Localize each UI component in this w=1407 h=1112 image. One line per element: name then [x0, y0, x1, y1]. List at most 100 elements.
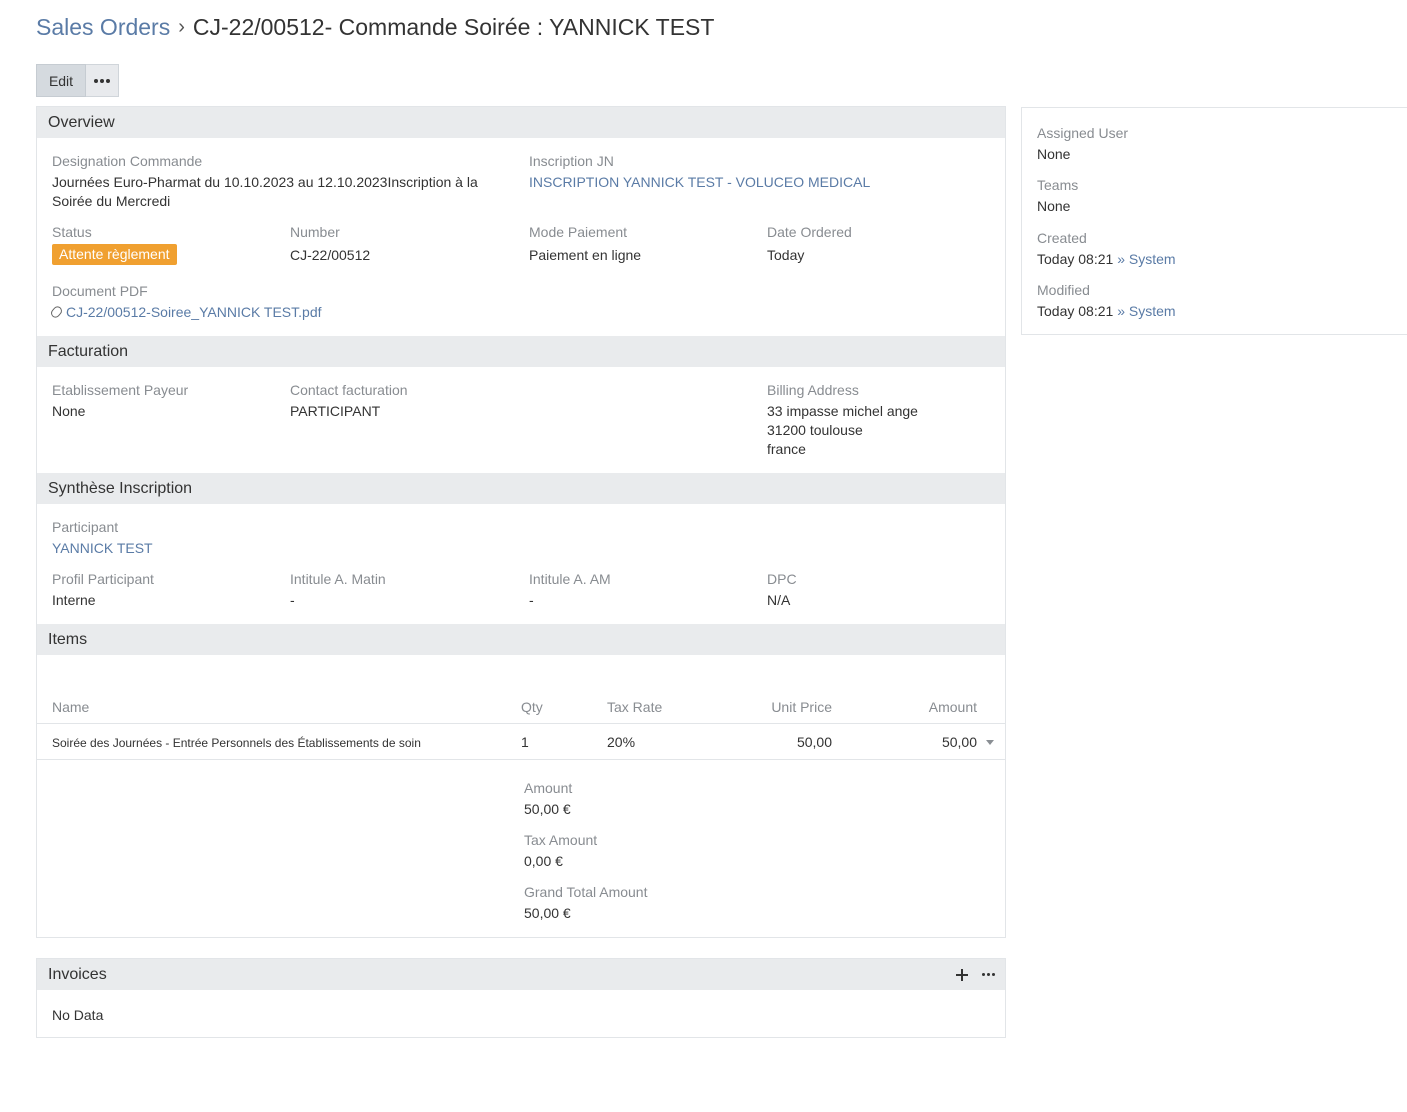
synthese-panel-header: Synthèse Inscription [37, 473, 1005, 504]
intitule-am-label: Intitule A. AM [529, 571, 611, 587]
total-amount-value: 50,00 € [524, 801, 571, 817]
date-ordered-value: Today [767, 247, 805, 263]
assigned-user-label: Assigned User [1037, 125, 1129, 141]
items-panel-header: Items [37, 624, 1005, 655]
number-field: Number CJ-22/00512 [290, 223, 370, 265]
item-qty: 1 [521, 734, 529, 750]
chevron-down-icon[interactable] [986, 740, 994, 745]
intitule-am-field: Intitule A. AM - [529, 570, 611, 610]
document-pdf-field: Document PDF CJ-22/00512-Soiree_YANNICK … [49, 282, 322, 322]
table-row: Soirée des Journées - Entrée Personnels … [37, 724, 1005, 760]
created-by-separator: » [1117, 251, 1125, 267]
tax-amount-value: 0,00 € [524, 853, 563, 869]
status-badge: Attente règlement [52, 244, 177, 265]
mode-paiement-field: Mode Paiement Paiement en ligne [529, 223, 641, 265]
date-ordered-label: Date Ordered [767, 224, 852, 240]
created-time: Today 08:21 [1037, 251, 1114, 267]
status-field: Status Attente règlement [52, 223, 177, 265]
assigned-user-value: None [1037, 146, 1071, 162]
participant-link[interactable]: YANNICK TEST [52, 540, 153, 556]
edit-button[interactable]: Edit [36, 64, 86, 97]
created-field: Created Today 08:21 » System [1037, 229, 1176, 269]
dpc-field: DPC N/A [767, 570, 797, 610]
contact-facturation-label: Contact facturation [290, 382, 408, 398]
record-toolbar: Edit [36, 64, 119, 97]
no-data-text: No Data [52, 1007, 104, 1023]
inscription-label: Inscription JN [529, 153, 614, 169]
more-actions-button[interactable] [86, 64, 119, 97]
inscription-field: Inscription JN INSCRIPTION YANNICK TEST … [529, 152, 979, 192]
breadcrumb-sales-orders[interactable]: Sales Orders [36, 14, 170, 41]
profil-participant-label: Profil Participant [52, 571, 154, 587]
teams-field: Teams None [1037, 176, 1078, 216]
document-pdf-link[interactable]: CJ-22/00512-Soiree_YANNICK TEST.pdf [66, 304, 322, 320]
page-title: CJ-22/00512- Commande Soirée : YANNICK T… [192, 13, 715, 40]
side-panel: Assigned User None Teams None Created To… [1021, 107, 1407, 335]
overview-panel-header: Overview [37, 107, 1005, 138]
item-amount: 50,00 [941, 734, 977, 750]
modified-field: Modified Today 08:21 » System [1037, 281, 1176, 321]
designation-field: Designation Commande Journées Euro-Pharm… [52, 152, 502, 211]
number-value: CJ-22/00512 [290, 247, 371, 263]
ellipsis-icon[interactable] [982, 973, 995, 976]
mode-paiement-value: Paiement en ligne [529, 247, 642, 263]
modified-by-separator: » [1117, 303, 1125, 319]
total-amount-field: Amount 50,00 € [524, 779, 572, 819]
mode-paiement-label: Mode Paiement [529, 224, 628, 240]
date-ordered-field: Date Ordered Today [767, 223, 852, 265]
teams-value: None [1037, 198, 1071, 214]
etablissement-field: Etablissement Payeur None [52, 381, 188, 421]
items-table-header: Name Qty Tax Rate Unit Price Amount [37, 696, 1005, 724]
page-header: Sales Orders › CJ-22/00512- Commande Soi… [36, 10, 714, 44]
billing-address-line3: france [767, 441, 806, 457]
facturation-panel-header: Facturation [37, 336, 1005, 367]
modified-time: Today 08:21 [1037, 303, 1114, 319]
billing-address-field: Billing Address 33 impasse michel ange 3… [767, 381, 918, 459]
plus-icon[interactable] [956, 968, 968, 981]
intitule-matin-value: - [290, 592, 295, 608]
column-name: Name [52, 699, 90, 715]
created-by-link[interactable]: System [1129, 251, 1176, 267]
column-tax-rate: Tax Rate [607, 699, 663, 715]
contact-facturation-field: Contact facturation PARTICIPANT [290, 381, 408, 421]
item-unit-price: 50,00 [796, 734, 832, 750]
inscription-link[interactable]: INSCRIPTION YANNICK TEST - VOLUCEO MEDIC… [529, 174, 870, 190]
participant-label: Participant [52, 519, 119, 535]
billing-address-line1: 33 impasse michel ange [767, 403, 918, 419]
designation-label: Designation Commande [52, 153, 203, 169]
item-tax-rate: 20% [607, 734, 636, 750]
status-label: Status [52, 224, 92, 240]
invoices-empty: No Data [52, 1004, 103, 1025]
invoices-panel: Invoices No Data [36, 958, 1006, 1038]
tax-amount-field: Tax Amount 0,00 € [524, 831, 597, 871]
etablissement-label: Etablissement Payeur [52, 382, 189, 398]
profil-participant-field: Profil Participant Interne [52, 570, 154, 610]
column-unit-price: Unit Price [771, 699, 832, 715]
grand-total-label: Grand Total Amount [524, 884, 648, 900]
assigned-user-field: Assigned User None [1037, 124, 1128, 164]
column-qty: Qty [521, 699, 543, 715]
intitule-matin-label: Intitule A. Matin [290, 571, 386, 587]
dpc-value: N/A [767, 592, 791, 608]
paperclip-icon [49, 304, 64, 320]
invoices-panel-header: Invoices [37, 959, 1005, 990]
intitule-matin-field: Intitule A. Matin - [290, 570, 386, 610]
grand-total-value: 50,00 € [524, 905, 571, 921]
modified-label: Modified [1037, 282, 1090, 298]
teams-label: Teams [1037, 177, 1079, 193]
column-amount: Amount [928, 699, 977, 715]
billing-address-label: Billing Address [767, 382, 859, 398]
designation-value: Journées Euro-Pharmat du 10.10.2023 au 1… [52, 174, 478, 209]
etablissement-value: None [52, 403, 86, 419]
document-pdf-label: Document PDF [52, 283, 148, 299]
ellipsis-icon [94, 78, 110, 83]
tax-amount-label: Tax Amount [524, 832, 598, 848]
profil-participant-value: Interne [52, 592, 96, 608]
intitule-am-value: - [529, 592, 534, 608]
modified-by-link[interactable]: System [1129, 303, 1176, 319]
breadcrumb-separator: › [178, 15, 185, 38]
item-name: Soirée des Journées - Entrée Personnels … [52, 736, 421, 750]
record-detail-panel: Overview Designation Commande Journées E… [36, 106, 1006, 938]
total-amount-label: Amount [524, 780, 573, 796]
dpc-label: DPC [767, 571, 797, 587]
